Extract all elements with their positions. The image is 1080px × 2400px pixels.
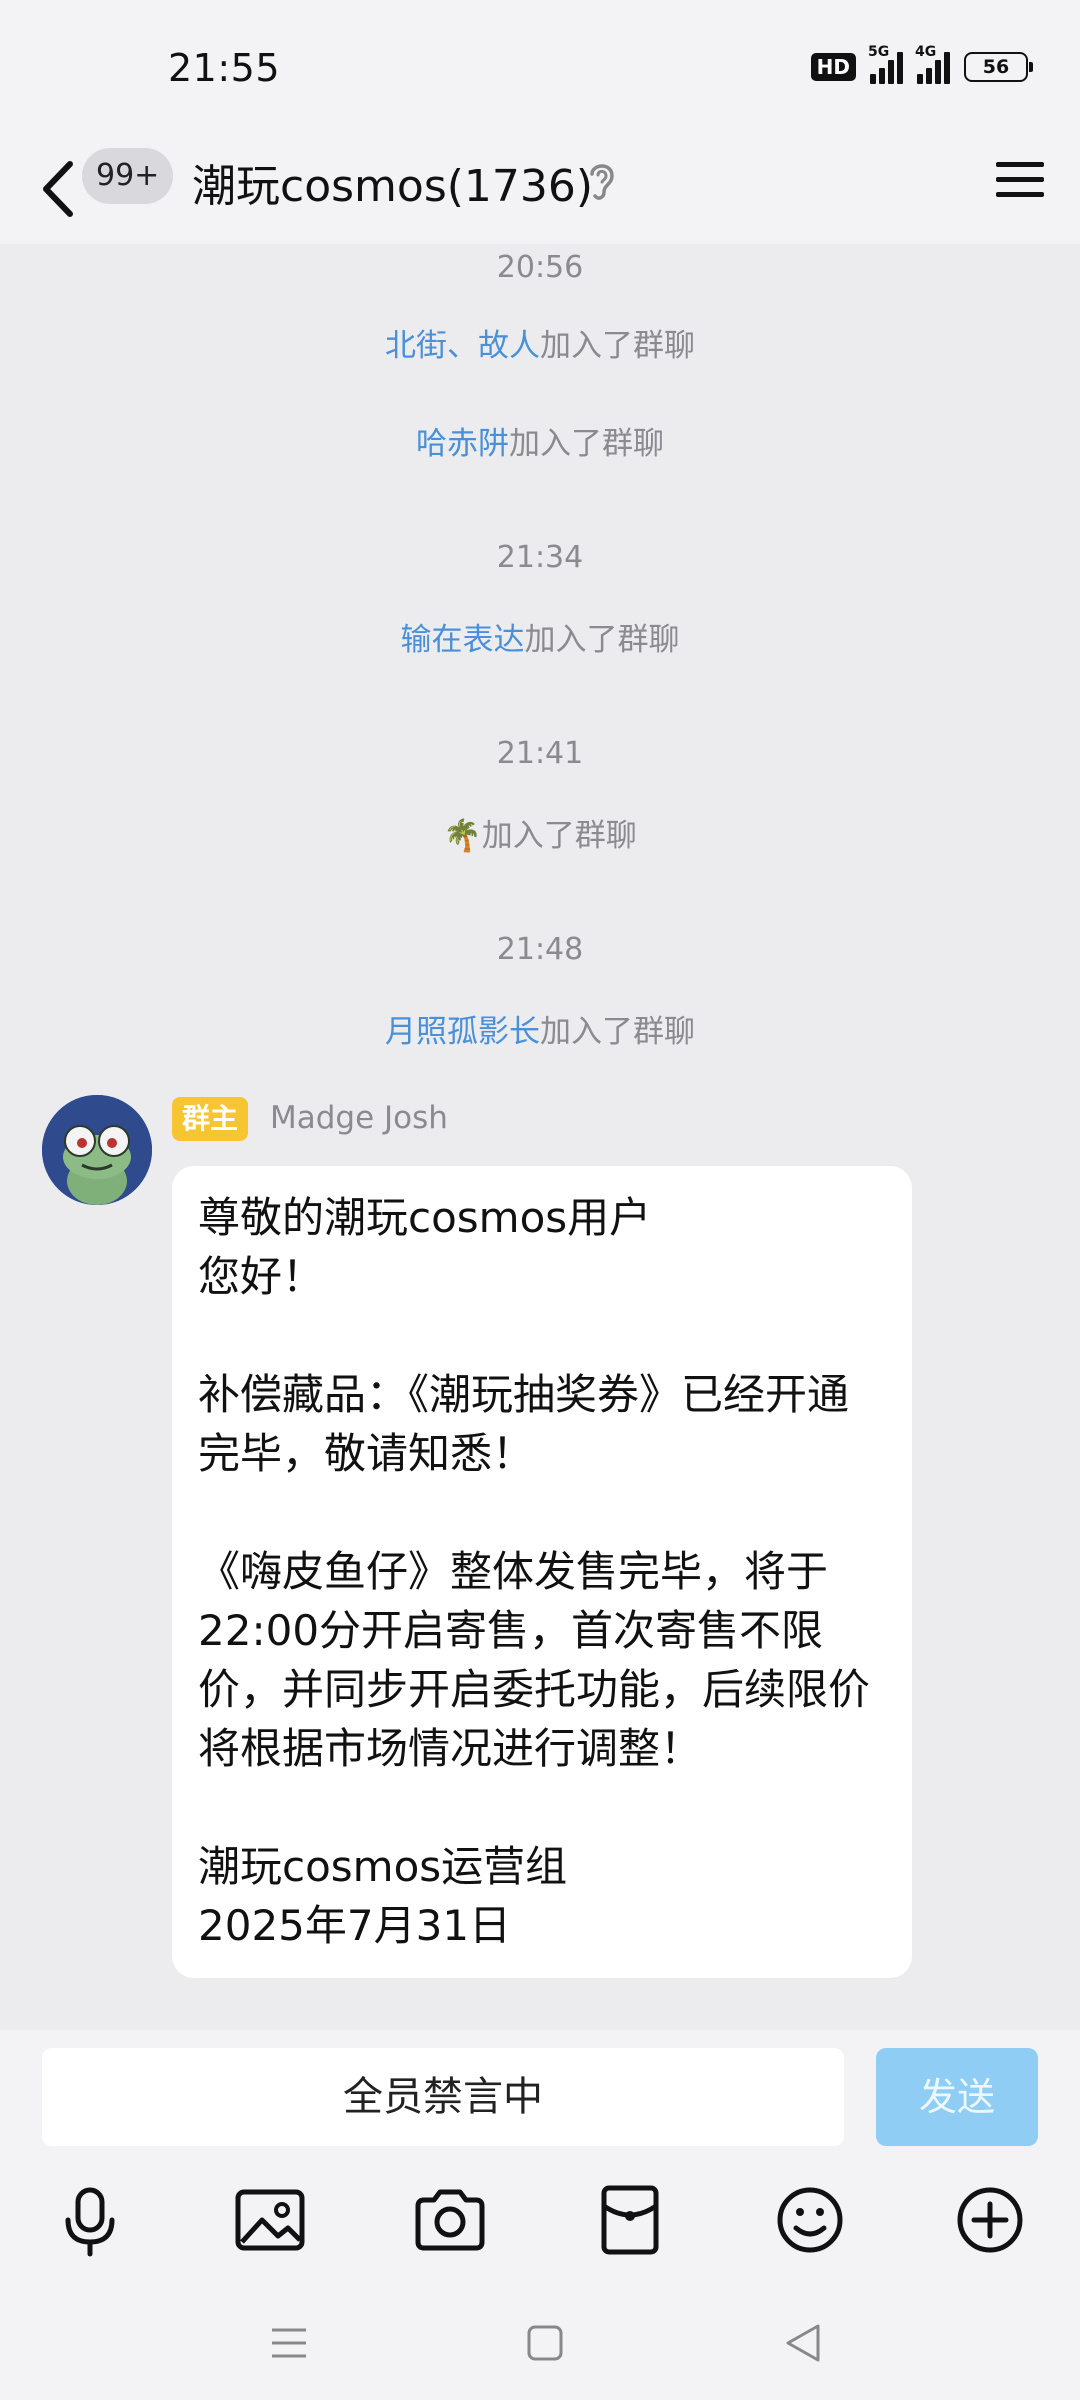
ear-icon[interactable] — [586, 158, 618, 202]
chat-header: 99+ 潮玩cosmos(1736) — [0, 140, 1080, 244]
recent-apps-icon[interactable] — [266, 2320, 312, 2366]
camera-icon[interactable] — [410, 2180, 490, 2260]
toolbar — [0, 2180, 1080, 2290]
system-message: 月照孤影长加入了群聊 — [385, 1014, 695, 1050]
unread-badge[interactable]: 99+ — [82, 148, 174, 204]
emoji-icon[interactable] — [770, 2180, 850, 2260]
timestamp: 21:34 — [496, 540, 584, 575]
signal-4g-icon: 4G — [915, 44, 950, 84]
clock: 21:55 — [168, 46, 281, 90]
system-navigation-bar — [0, 2320, 1080, 2400]
plus-icon[interactable] — [950, 2180, 1030, 2260]
message-bubble[interactable]: 尊敬的潮玩cosmos用户 您好！ 补偿藏品：《潮玩抽奖券》已经开通完毕，敬请知… — [172, 1166, 912, 1978]
frog-avatar-icon — [42, 1095, 152, 1205]
timestamp: 21:48 — [496, 932, 584, 967]
member-name-link[interactable]: 输在表达 — [401, 622, 525, 658]
system-message: 北街、故人加入了群聊 — [385, 328, 695, 364]
owner-badge: 群主 — [172, 1097, 249, 1141]
status-bar: 21:55 HD 5G 4G 56 — [0, 0, 1080, 140]
home-icon[interactable] — [522, 2320, 568, 2366]
back-nav-icon[interactable] — [780, 2320, 826, 2366]
system-message: 输在表达加入了群聊 — [400, 622, 680, 658]
image-icon[interactable] — [230, 2180, 310, 2260]
hd-voice-icon: HD — [810, 53, 856, 81]
battery-icon: 56 — [964, 52, 1033, 82]
chat-messages[interactable]: 20:56 北街、故人加入了群聊 哈赤阱加入了群聊 21:34 输在表达加入了群… — [0, 244, 1080, 2030]
member-name-link[interactable]: 月照孤影长 — [385, 1014, 540, 1050]
input-bar: 全员禁言中 发送 — [0, 2030, 1080, 2400]
group-title[interactable]: 潮玩cosmos(1736) — [192, 150, 593, 214]
microphone-icon[interactable] — [50, 2180, 130, 2260]
avatar[interactable] — [42, 1095, 152, 1205]
timestamp: 20:56 — [496, 250, 584, 285]
sender-name[interactable]: Madge Josh — [270, 1100, 448, 1136]
red-packet-icon[interactable] — [590, 2180, 670, 2260]
send-button[interactable]: 发送 — [876, 2048, 1038, 2146]
system-message: 🌴加入了群聊 — [443, 818, 637, 854]
signal-5g-icon: 5G — [868, 44, 903, 84]
member-name-link[interactable]: 北街、故人 — [385, 328, 540, 364]
muted-input-field[interactable]: 全员禁言中 — [42, 2048, 844, 2146]
menu-icon[interactable] — [996, 156, 1044, 204]
member-name-link[interactable]: 哈赤阱 — [416, 426, 509, 462]
member-name-link[interactable]: 🌴 — [443, 818, 482, 854]
back-arrow-icon[interactable] — [36, 154, 86, 224]
system-message: 哈赤阱加入了群聊 — [416, 426, 664, 462]
timestamp: 21:41 — [496, 736, 584, 771]
status-icons: HD 5G 4G 56 — [810, 44, 1033, 84]
